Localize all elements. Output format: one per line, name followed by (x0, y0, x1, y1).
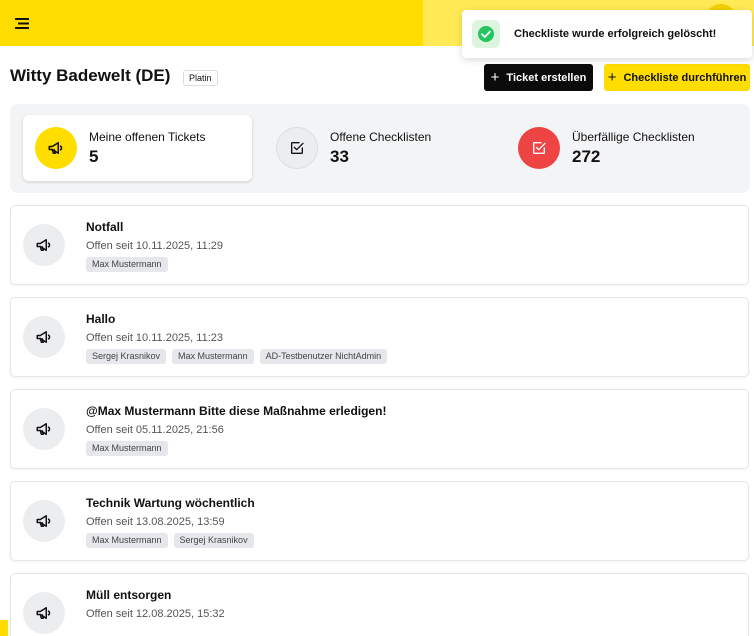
create-ticket-label: Ticket erstellen (506, 71, 587, 84)
ticket-tags: Max Mustermann (86, 257, 168, 272)
ticket-open-since: Offen seit 13.08.2025, 13:59 (86, 516, 225, 528)
ticket-icon-circle (23, 224, 65, 266)
success-toast[interactable]: Checkliste wurde erfolgreich gelöscht! (462, 10, 752, 58)
megaphone-icon (48, 142, 63, 154)
ticket-tags: Max Mustermann (86, 441, 168, 456)
assignee-tag: Sergej Krasnikov (173, 533, 254, 548)
ticket-icon-circle (23, 408, 65, 450)
ticket-title: Technik Wartung wöchentlich (86, 496, 255, 510)
stat-icon-circle (518, 127, 560, 169)
run-checklist-button[interactable]: + Checkliste durchführen (604, 64, 750, 91)
menu-button[interactable] (12, 13, 32, 33)
ticket-title: Hallo (86, 312, 116, 326)
assignee-tag: Max Mustermann (86, 441, 168, 456)
stat-icon-circle (276, 127, 318, 169)
ticket-icon-circle (23, 500, 65, 542)
tier-badge: Platin (183, 70, 218, 86)
ticket-tags: Max Mustermann Sergej Krasnikov (86, 533, 254, 548)
ticket-card[interactable]: Hallo Offen seit 10.11.2025, 11:23 Sergej … (10, 297, 749, 377)
run-checklist-label: Checkliste durchführen (623, 71, 747, 84)
assignee-tag: Max Mustermann (172, 349, 254, 364)
ticket-icon-circle (23, 316, 65, 358)
ticket-card[interactable]: Technik Wartung wöchentlich Offen seit 13… (10, 481, 749, 561)
megaphone-icon (36, 239, 51, 251)
ticket-open-since: Offen seit 12.08.2025, 15:32 (86, 608, 225, 620)
plus-icon: + (607, 69, 617, 86)
checkbox-icon (533, 142, 546, 154)
stat-label: Offene Checklisten (330, 129, 432, 144)
megaphone-icon (36, 423, 51, 435)
ticket-open-since: Offen seit 10.11.2025, 11:29 (86, 240, 223, 252)
toast-message: Checkliste wurde erfolgreich gelöscht! (514, 28, 717, 40)
ticket-open-since: Offen seit 05.11.2025, 21:56 (86, 424, 224, 436)
stat-label: Meine offenen Tickets (89, 129, 206, 144)
stat-icon-circle (35, 127, 77, 169)
plus-icon: + (490, 69, 500, 86)
ticket-open-since: Offen seit 10.11.2025, 11:23 (86, 332, 223, 344)
megaphone-icon (36, 607, 51, 619)
stat-value: 33 (330, 146, 349, 166)
assignee-tag: Max Mustermann (86, 533, 168, 548)
ticket-card[interactable]: Müll entsorgen Offen seit 12.08.2025, 15:… (10, 573, 749, 636)
assignee-tag: Sergej Krasnikov (86, 349, 167, 364)
ticket-tags: Sergej Krasnikov Max Mustermann AD-Testben… (86, 349, 388, 364)
megaphone-icon (36, 331, 51, 343)
ticket-title: Müll entsorgen (86, 588, 172, 602)
create-ticket-button[interactable]: + Ticket erstellen (484, 64, 593, 91)
stats-panel: Meine offenen Tickets 5 Offene Checklist… (10, 104, 750, 193)
stat-value: 272 (572, 146, 601, 166)
ticket-card[interactable]: Notfall Offen seit 10.11.2025, 11:29 Max M… (10, 205, 749, 285)
megaphone-icon (36, 515, 51, 527)
checkbox-icon (291, 142, 304, 154)
corner-accent (0, 620, 8, 636)
hamburger-icon (15, 17, 29, 29)
stat-overdue-checklists[interactable]: Überfällige Checklisten 272 (518, 115, 738, 181)
assignee-tag: Max Mustermann (86, 257, 168, 272)
ticket-card[interactable]: @Max Mustermann Bitte diese Maßnahme erl… (10, 389, 749, 469)
stat-value: 5 (89, 146, 99, 166)
ticket-title: Notfall (86, 220, 124, 234)
ticket-title: @Max Mustermann Bitte diese Maßnahme erl… (86, 404, 387, 418)
ticket-icon-circle (23, 592, 65, 634)
stat-my-open-tickets[interactable]: Meine offenen Tickets 5 (23, 115, 252, 181)
stat-open-checklists[interactable]: Offene Checklisten 33 (276, 115, 496, 181)
assignee-tag: AD-Testbenutzer NichtAdmin (259, 349, 388, 364)
stat-label: Überfällige Checklisten (572, 129, 695, 144)
check-circle-icon (478, 26, 494, 42)
page-title: Witty Badewelt (DE) (10, 66, 171, 85)
success-badge (472, 20, 500, 48)
